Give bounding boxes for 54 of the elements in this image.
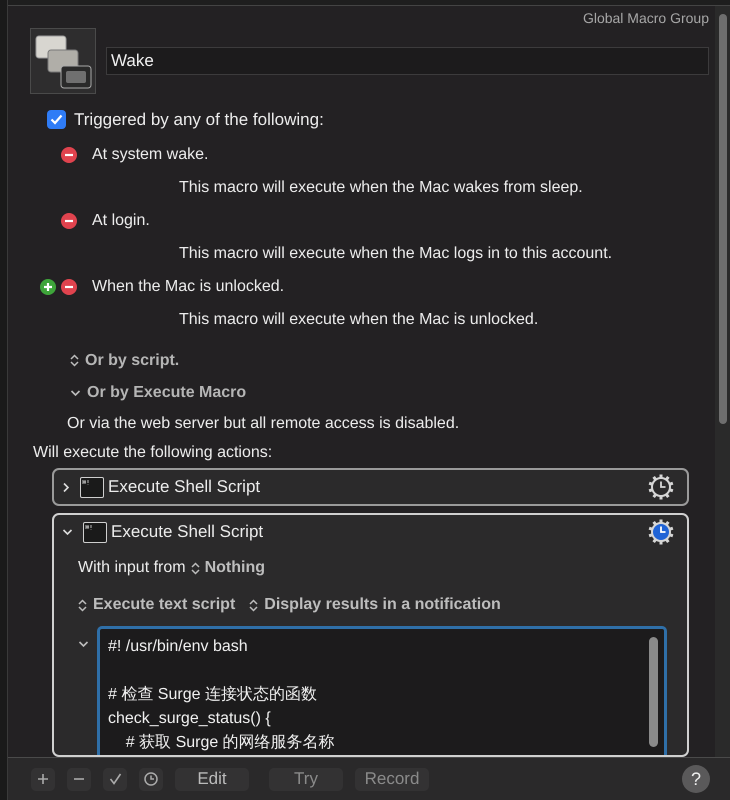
checkmark-icon: [50, 114, 63, 126]
add-button[interactable]: [31, 768, 55, 790]
terminal-icon: [83, 522, 107, 542]
timer-button[interactable]: [139, 768, 163, 790]
remove-icon[interactable]: [61, 146, 77, 162]
up-down-arrows-icon: [190, 562, 200, 574]
actions-header: Will execute the following actions:: [33, 442, 272, 463]
action-title: Execute Shell Script: [108, 476, 262, 498]
macro-name-field[interactable]: Wake: [106, 47, 709, 75]
up-down-arrows-icon: [249, 598, 258, 612]
remove-icon[interactable]: [61, 212, 77, 228]
code-line: # 检查 Surge 连接状态的函数: [108, 684, 318, 705]
trigger-title: At login.: [92, 210, 150, 230]
edit-button[interactable]: Edit: [175, 768, 249, 790]
action-title: Execute Shell Script: [111, 521, 264, 544]
remove-button[interactable]: [67, 768, 91, 790]
chevron-down-icon[interactable]: [62, 528, 73, 536]
chevron-right-icon[interactable]: [62, 482, 70, 492]
macro-group-name: Global Macro Group: [582, 9, 709, 26]
gear-clock-icon[interactable]: [647, 518, 675, 546]
trigger-description: This macro will execute when the Mac logs in to this account.: [179, 244, 612, 264]
plus-icon: [37, 773, 49, 785]
record-button[interactable]: Record: [355, 768, 429, 790]
try-button[interactable]: Try: [269, 768, 343, 790]
up-down-arrows-icon: [70, 354, 79, 367]
input-popup[interactable]: Nothing: [204, 556, 266, 580]
code-line: check_surge_status() {: [108, 709, 272, 729]
trigger-header-label: Triggered by any of the following:: [74, 109, 324, 131]
trigger-option[interactable]: Or by script.: [85, 348, 180, 372]
macro-icon-well[interactable]: [30, 28, 96, 94]
add-icon[interactable]: [40, 278, 56, 294]
chevron-down-icon[interactable]: [70, 388, 81, 396]
gear-icon[interactable]: [647, 473, 675, 501]
enable-button[interactable]: [103, 768, 127, 790]
script-source-popup[interactable]: Execute text script: [93, 593, 236, 617]
remove-icon[interactable]: [61, 278, 77, 294]
trigger-description: This macro will execute when the Mac is unlocked.: [179, 310, 538, 330]
code-line: # 获取 Surge 的网络服务名称: [124, 732, 336, 753]
code-line: #! /usr/bin/env bash: [108, 637, 249, 657]
terminal-icon: [80, 476, 104, 498]
trigger-title: At system wake.: [92, 144, 208, 164]
help-button[interactable]: ?: [682, 765, 710, 793]
input-label: With input from: [78, 558, 186, 578]
up-down-arrows-icon: [78, 598, 87, 612]
trigger-description: This macro will execute when the Mac wakes from sleep.: [179, 178, 583, 198]
web-server-note: Or via the web server but all remote access is disabled.: [67, 414, 460, 434]
checkbox[interactable]: [47, 110, 66, 130]
script-editor[interactable]: #! /usr/bin/env bash # 检查 Surge 连接状态的函数 check_surge_status() { # 获取 Surge 的网络服务名称: [97, 626, 667, 755]
clock-icon: [144, 772, 158, 786]
checkmark-icon: [108, 773, 122, 785]
chevron-down-icon[interactable]: [78, 640, 89, 648]
trigger-option[interactable]: Or by Execute Macro: [87, 380, 246, 404]
output-popup[interactable]: Display results in a notification: [264, 593, 501, 617]
trigger-title: When the Mac is unlocked.: [92, 276, 284, 296]
